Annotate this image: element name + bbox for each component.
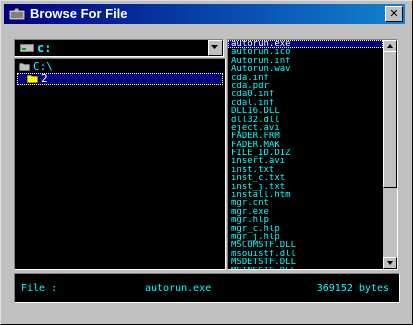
file-item[interactable]: MSINSSTF.DLL	[228, 267, 383, 269]
browse-file-dialog: Browse For File ✕ c: C:\ 2 autorun.exe a…	[0, 0, 413, 325]
close-button[interactable]: ✕	[385, 6, 403, 22]
scroll-down-button[interactable]	[383, 257, 397, 269]
file-item[interactable]: mgr.hlp	[228, 216, 383, 224]
status-filename: autorun.exe	[145, 283, 212, 294]
file-item[interactable]: msouistf.dll	[228, 250, 383, 258]
file-item[interactable]: mgr.cnt	[228, 199, 383, 207]
tree-item-label: 2	[41, 72, 48, 85]
drive-select-value: c:	[37, 41, 52, 55]
file-item[interactable]: inst_j.txt	[228, 183, 383, 191]
chevron-down-icon	[211, 45, 218, 49]
title-bar[interactable]: Browse For File ✕	[4, 4, 405, 24]
arrow-up-icon	[387, 44, 393, 48]
file-item[interactable]: MSDETSTF.DLL	[228, 258, 383, 266]
file-item[interactable]: MSCOMSTF.DLL	[228, 241, 383, 249]
file-item[interactable]: inst.txt	[228, 166, 383, 174]
file-item[interactable]: install.htm	[228, 191, 383, 199]
file-item[interactable]: cda.pdr	[228, 82, 383, 90]
file-item[interactable]: inst_c.txt	[228, 174, 383, 182]
file-item[interactable]: autorun.ico	[228, 48, 383, 56]
file-item[interactable]: FADER.FRM	[228, 132, 383, 140]
file-item[interactable]: Autorun.inf	[228, 57, 383, 65]
file-item[interactable]: mgr_c.hlp	[228, 225, 383, 233]
directory-tree[interactable]: C:\ 2	[14, 58, 226, 270]
folder-open-icon	[19, 62, 31, 72]
status-filesize: 369152 bytes	[316, 283, 389, 294]
file-item[interactable]: autorun.exe	[228, 40, 383, 49]
scrollbar-thumb[interactable]	[383, 51, 397, 188]
folder-icon	[9, 8, 25, 20]
drive-select[interactable]: c:	[14, 39, 224, 57]
file-item[interactable]: insert.avi	[228, 157, 383, 165]
drive-icon	[20, 44, 34, 52]
file-item[interactable]: Autorun.wav	[228, 65, 383, 73]
arrow-down-icon	[387, 261, 393, 265]
file-item[interactable]: cdal.inf	[228, 99, 383, 107]
tree-item-2[interactable]: 2	[17, 73, 223, 85]
file-item[interactable]: eject.avi	[228, 124, 383, 132]
file-item[interactable]: cda.inf	[228, 74, 383, 82]
file-item[interactable]: dll32.dll	[228, 116, 383, 124]
vertical-scrollbar[interactable]	[383, 40, 397, 269]
status-bar: File : autorun.exe 369152 bytes	[14, 273, 400, 303]
file-item[interactable]: FILE_ID.DIZ	[228, 149, 383, 157]
folder-open-icon	[27, 74, 39, 84]
file-item[interactable]: mgr_j.hlp	[228, 233, 383, 241]
window-title: Browse For File	[30, 6, 128, 21]
file-item[interactable]: mgr.exe	[228, 208, 383, 216]
status-file-label: File :	[21, 283, 58, 294]
file-item[interactable]: FADER.MAK	[228, 141, 383, 149]
file-list[interactable]: autorun.exe autorun.ico Autorun.inf Autorun…	[227, 39, 398, 270]
file-item[interactable]: DLL16.DLL	[228, 107, 383, 115]
drive-dropdown-button[interactable]	[208, 40, 223, 56]
file-item[interactable]: cda0.inf	[228, 90, 383, 98]
